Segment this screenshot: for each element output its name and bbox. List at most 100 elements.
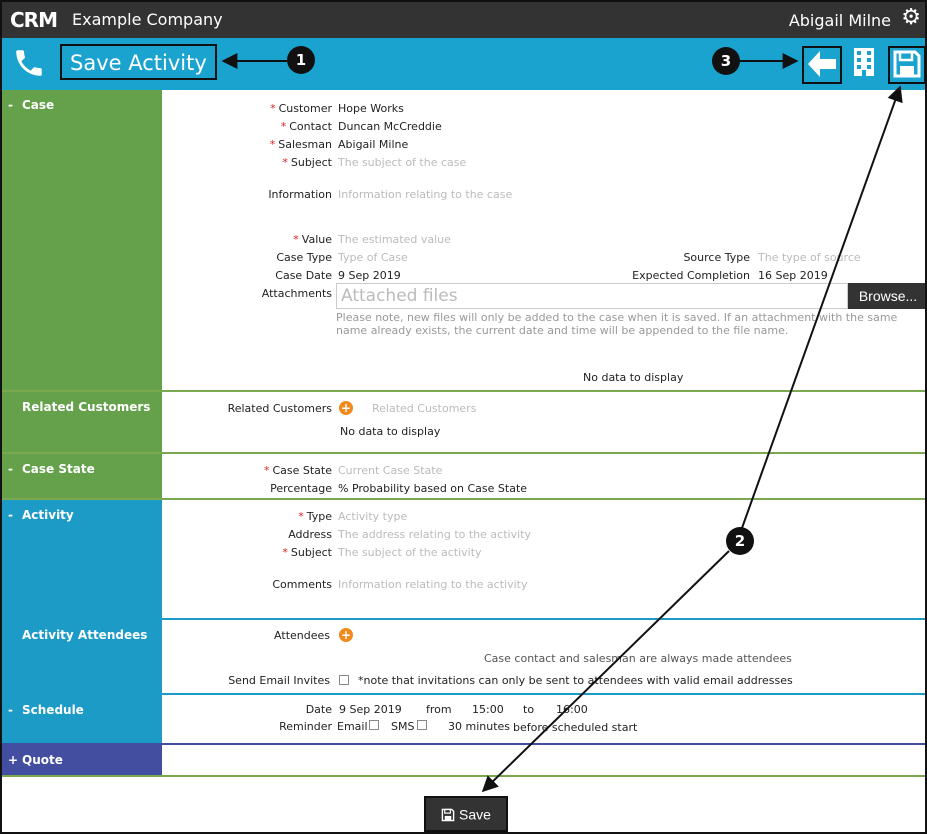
section-label: Activity Attendees [22,628,148,642]
schedule-section: - Schedule Date 9 Sep 2019 from 15:00 to … [2,695,925,745]
schedule-header[interactable]: - Schedule [2,695,162,743]
activity-subject-label: * Subject [282,546,332,559]
floppy-disk-icon [893,50,921,77]
save-button[interactable]: Save [424,796,508,832]
salesman-label: * Salesman [269,138,332,151]
to-time-field[interactable]: 16:00 [556,703,588,716]
subject-label: * Subject [282,156,332,169]
section-label: Case [22,98,55,112]
phone-icon[interactable] [12,46,46,80]
user-name[interactable]: Abigail Milne [789,11,891,30]
contact-field[interactable]: Duncan McCreddie [338,120,442,133]
no-data-text: No data to display [583,371,684,384]
case-section: - Case * Customer Hope Works * Contact Dunc… [2,90,925,392]
to-label: to [523,703,535,716]
add-related-customer-icon[interactable]: + [339,401,353,415]
salesman-field[interactable]: Abigail Milne [338,138,408,151]
section-label: Schedule [22,703,84,717]
action-bar: Save Activity [2,38,925,90]
sms-reminder-checkbox[interactable] [417,720,427,730]
activity-subject-field[interactable]: The subject of the activity [338,546,482,559]
save-icon-button[interactable] [888,46,925,84]
callout-3: 3 [712,47,740,75]
add-attendee-icon[interactable]: + [339,628,353,642]
attendees-info: Case contact and salesman are always mad… [484,652,792,665]
case-state-section: - Case State * Case State Current Case Sta… [2,454,925,500]
attachments-label: Attachments [261,287,332,300]
section-label: Related Customers [22,400,151,414]
expected-completion-label: Expected Completion [632,269,750,282]
related-customers-header[interactable]: Related Customers [2,392,162,452]
attendees-header[interactable]: Activity Attendees [2,620,162,693]
address-field[interactable]: The address relating to the activity [338,528,531,541]
top-bar: CRM Example Company Abigail Milne ⚙ [2,2,925,38]
case-date-field[interactable]: 9 Sep 2019 [338,269,401,282]
activity-header[interactable]: - Activity [2,500,162,618]
page-title: Save Activity [60,44,217,80]
quote-section: + Quote [2,745,925,777]
section-label: Quote [22,753,63,767]
case-state-body: * Case State Current Case State Percentag… [162,454,925,498]
email-reminder-checkbox[interactable] [369,720,379,730]
attachments-input[interactable]: Attached files [336,283,848,309]
case-section-header[interactable]: - Case [2,90,162,390]
send-invites-checkbox[interactable] [339,675,349,685]
case-state-header[interactable]: - Case State [2,454,162,498]
gear-icon[interactable]: ⚙ [901,5,921,30]
case-type-field[interactable]: Type of Case [338,251,408,264]
app-frame: CRM Example Company Abigail Milne ⚙ Save… [0,0,927,834]
date-field[interactable]: 9 Sep 2019 [339,703,402,716]
attendees-body: Attendees + Case contact and salesman ar… [162,620,925,693]
case-date-label: Case Date [275,269,332,282]
related-customers-field[interactable]: Related Customers [372,402,476,415]
minutes-field[interactable]: 30 minutes [448,720,510,733]
crm-logo: CRM [10,8,58,32]
sms-label: SMS [391,720,415,733]
collapse-toggle[interactable]: - [8,703,22,717]
customer-label: * Customer [270,102,332,115]
value-field[interactable]: The estimated value [338,233,451,246]
information-field[interactable]: Information relating to the case [338,188,512,201]
value-label: * Value [293,233,332,246]
collapse-toggle[interactable]: - [8,462,22,476]
expand-toggle[interactable]: + [8,753,22,767]
source-type-field[interactable]: The type of source [758,251,861,264]
case-section-body: * Customer Hope Works * Contact Duncan McC… [162,90,925,390]
callout-1: 1 [287,46,315,74]
date-label: Date [305,703,332,716]
customer-field[interactable]: Hope Works [338,102,404,115]
activity-type-field[interactable]: Activity type [338,510,407,523]
bottom-bar: Save [2,778,925,832]
percentage-field[interactable]: % Probability based on Case State [338,482,527,495]
subject-field[interactable]: The subject of the case [338,156,466,169]
address-label: Address [288,528,332,541]
company-name: Example Company [72,10,223,29]
expected-completion-field[interactable]: 16 Sep 2019 [758,269,828,282]
invites-note: *note that invitations can only be sent … [358,674,793,687]
section-label: Case State [22,462,95,476]
schedule-body: Date 9 Sep 2019 from 15:00 to 16:00 Remi… [162,695,925,743]
case-state-field[interactable]: Current Case State [338,464,442,477]
quote-header[interactable]: + Quote [2,745,162,775]
browse-button[interactable]: Browse... [848,283,925,309]
activity-section: - Activity * Type Activity type Address Th… [2,500,925,620]
information-label: Information [268,188,332,201]
send-invites-label: Send Email Invites [228,674,330,687]
no-data-text: No data to display [340,425,441,438]
from-time-field[interactable]: 15:00 [472,703,504,716]
save-button-label: Save [459,806,491,823]
collapse-toggle[interactable]: - [8,98,22,112]
percentage-label: Percentage [270,482,332,495]
collapse-toggle[interactable]: - [8,508,22,522]
from-label: from [426,703,452,716]
back-button[interactable] [802,46,842,84]
before-label: before scheduled start [513,721,638,734]
comments-field[interactable]: Information relating to the activity [338,578,527,591]
case-type-label: Case Type [276,251,332,264]
attendees-label: Attendees [274,629,330,642]
contact-label: * Contact [280,120,332,133]
comments-label: Comments [272,578,332,591]
activity-type-label: * Type [298,510,332,523]
related-customers-section: Related Customers Related Customers + Re… [2,392,925,454]
building-icon[interactable] [852,46,878,84]
